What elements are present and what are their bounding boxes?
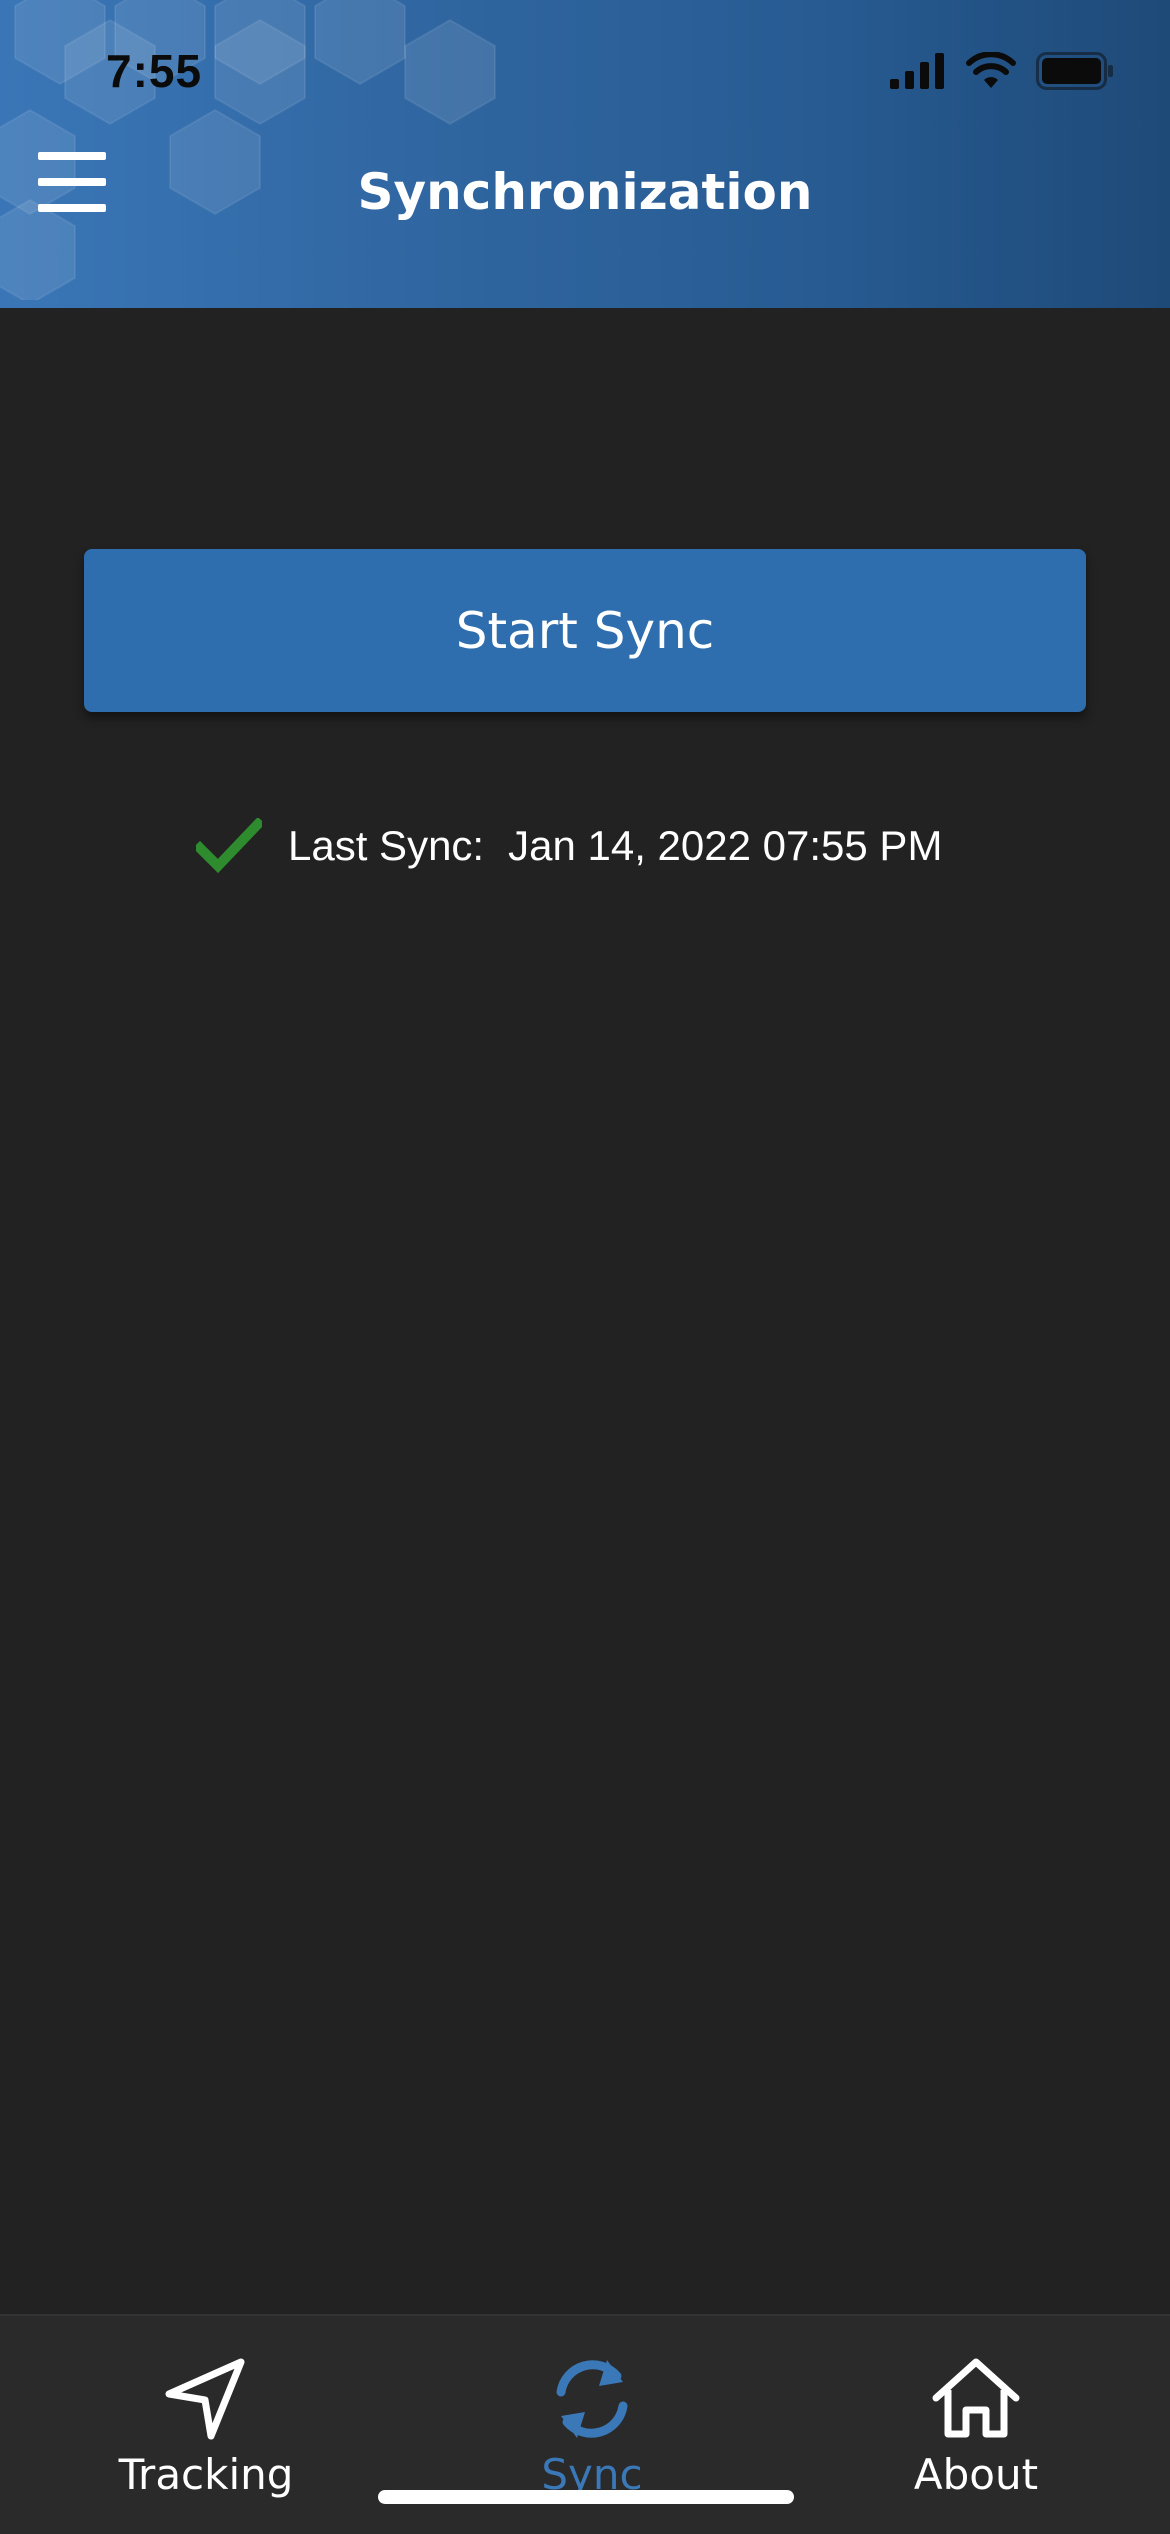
checkmark-icon <box>196 818 262 874</box>
tab-sync[interactable]: Sync <box>462 2344 722 2514</box>
tab-tracking[interactable]: Tracking <box>76 2344 336 2514</box>
navigation-arrow-icon <box>165 2358 245 2440</box>
cellular-signal-icon <box>890 53 944 89</box>
sync-icon <box>556 2360 628 2438</box>
last-sync-label: Last Sync: <box>288 822 485 869</box>
tab-about-label: About <box>913 2450 1039 2499</box>
tab-about[interactable]: About <box>846 2344 1106 2514</box>
home-icon <box>932 2358 1020 2438</box>
page-title: Synchronization <box>357 163 813 221</box>
wifi-icon <box>966 52 1016 88</box>
hexagon-pattern <box>0 0 496 300</box>
status-icons <box>890 52 1114 90</box>
menu-line-icon <box>38 152 106 160</box>
tab-tracking-label: Tracking <box>118 2450 294 2499</box>
status-time: 7:55 <box>106 45 203 97</box>
last-sync-status: Last Sync: Jan 14, 2022 07:55 PM <box>196 818 942 874</box>
app-header: 7:55 Synchronization <box>0 0 1170 308</box>
last-sync-timestamp: Jan 14, 2022 07:55 PM <box>508 822 943 869</box>
start-sync-button[interactable]: Start Sync <box>84 549 1086 712</box>
battery-icon <box>1036 52 1113 90</box>
home-indicator[interactable] <box>378 2490 794 2504</box>
